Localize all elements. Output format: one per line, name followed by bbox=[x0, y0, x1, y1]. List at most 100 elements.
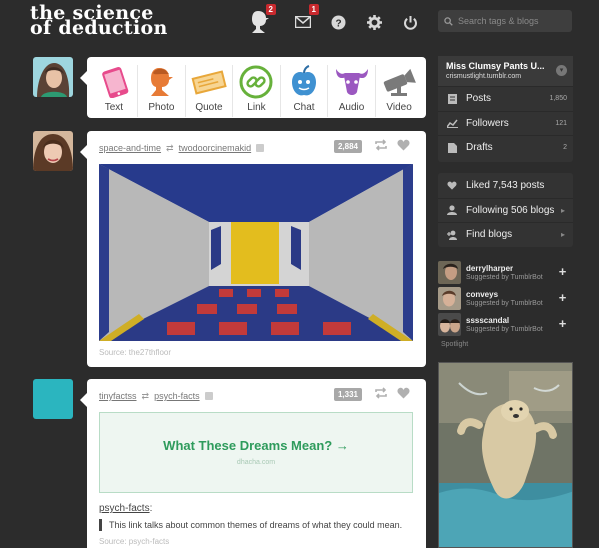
reblog-button[interactable] bbox=[374, 387, 388, 401]
link-domain: dhacha.com bbox=[236, 459, 276, 466]
dashboard-button[interactable]: 2 bbox=[246, 4, 276, 36]
settings-button[interactable] bbox=[360, 8, 388, 36]
notes-count[interactable]: 2,884 bbox=[333, 140, 362, 153]
post-avatar[interactable] bbox=[33, 379, 73, 419]
quote-post-label: Quote bbox=[195, 102, 223, 113]
inbox-button[interactable]: 1 bbox=[289, 4, 319, 36]
follow-plus-icon[interactable]: + bbox=[556, 265, 569, 279]
drafts-icon bbox=[446, 142, 458, 153]
new-audio-post-button[interactable]: Audio bbox=[329, 65, 374, 113]
follow-plus-icon[interactable]: + bbox=[556, 317, 569, 331]
sidebar-item-count: 2 bbox=[563, 144, 567, 152]
suggested-avatar[interactable] bbox=[438, 312, 461, 336]
quote-post-icon bbox=[191, 70, 227, 95]
post-blog-link[interactable]: space-and-time bbox=[99, 143, 161, 153]
new-video-post-button[interactable]: Video bbox=[377, 65, 422, 113]
sidebar-item-count: 1,850 bbox=[549, 95, 567, 103]
caption-quote-text: This link talks about common themes of d… bbox=[109, 520, 403, 530]
caption-author-link[interactable]: psych-facts bbox=[99, 503, 150, 514]
sidebar-item-following[interactable]: Following 506 blogs ▸ bbox=[438, 197, 573, 223]
suggested-avatar[interactable] bbox=[438, 260, 461, 284]
suggested-name[interactable]: conveys bbox=[466, 290, 543, 299]
suggested-sub: Suggested by TumblrBot bbox=[466, 299, 543, 307]
post-blog-link[interactable]: tinyfactss bbox=[99, 391, 137, 401]
search-input[interactable] bbox=[458, 16, 570, 26]
suggested-text: derrylharper Suggested by TumblrBot bbox=[466, 264, 543, 281]
caption-quote: This link talks about common themes of d… bbox=[99, 519, 413, 531]
post-card: space-and-time ⇄ twodoorcinemakid 2,884 bbox=[80, 131, 426, 367]
reblog-icon: ⇄ bbox=[166, 142, 174, 153]
caption-author-suffix: : bbox=[149, 503, 153, 514]
sidebar-item-drafts[interactable]: Drafts 2 bbox=[438, 135, 573, 160]
svg-text:?: ? bbox=[335, 18, 341, 29]
person-icon bbox=[446, 205, 458, 216]
link-preview-box[interactable]: What These Dreams Mean? → dhacha.com bbox=[99, 412, 413, 493]
suggested-sub: Suggested by TumblrBot bbox=[466, 325, 543, 333]
suggested-text: sssscandal Suggested by TumblrBot bbox=[466, 316, 543, 333]
audio-post-label: Audio bbox=[338, 102, 365, 113]
post-photo[interactable] bbox=[99, 164, 413, 341]
text-post-icon bbox=[102, 67, 129, 98]
sidebar-item-label: Following 506 blogs bbox=[466, 204, 555, 216]
sidebar-item-label: Find blogs bbox=[466, 229, 513, 241]
chevron-down-icon[interactable]: ▾ bbox=[556, 65, 567, 76]
radar-post-image[interactable] bbox=[438, 362, 573, 548]
reblog-icon: ⇄ bbox=[141, 390, 150, 401]
blog-title: Miss Clumsy Pants U... bbox=[446, 61, 545, 71]
sidebar-item-find-blogs[interactable]: Find blogs ▸ bbox=[438, 222, 573, 247]
heart-icon bbox=[397, 387, 410, 399]
sidebar-item-label: Drafts bbox=[466, 142, 493, 154]
audio-post-icon bbox=[335, 69, 368, 95]
help-button[interactable]: ? bbox=[324, 8, 352, 36]
blog-title-block[interactable]: Miss Clumsy Pants U... crismustlight.tum… bbox=[438, 56, 573, 86]
like-button[interactable] bbox=[397, 139, 410, 153]
follow-icon[interactable] bbox=[256, 144, 265, 152]
sidebar-item-liked[interactable]: Liked 7,543 posts bbox=[438, 173, 573, 198]
reblog-icon bbox=[375, 139, 387, 151]
sidebar-item-posts[interactable]: Posts 1,850 bbox=[438, 86, 573, 111]
link-title[interactable]: What These Dreams Mean? → bbox=[100, 438, 412, 453]
suggested-name[interactable]: derrylharper bbox=[466, 264, 543, 273]
new-text-post-button[interactable]: Text bbox=[91, 65, 136, 113]
follow-plus-icon[interactable]: + bbox=[556, 291, 569, 305]
photo-post-label: Photo bbox=[148, 102, 175, 113]
post-source[interactable]: Source: the27thfloor bbox=[99, 348, 171, 357]
new-quote-post-button[interactable]: Quote bbox=[186, 65, 231, 113]
new-link-post-button[interactable]: Link bbox=[234, 65, 279, 113]
text-post-label: Text bbox=[104, 102, 124, 113]
video-post-label: Video bbox=[386, 102, 412, 113]
like-button[interactable] bbox=[397, 387, 410, 401]
suggested-avatar[interactable] bbox=[438, 286, 461, 310]
suggested-blog[interactable]: sssscandal Suggested by TumblrBot + bbox=[438, 311, 573, 337]
suggested-text: conveys Suggested by TumblrBot bbox=[466, 290, 543, 307]
sidebar-item-label: Liked 7,543 posts bbox=[466, 179, 545, 191]
new-chat-post-button[interactable]: Chat bbox=[282, 65, 327, 113]
notes-count[interactable]: 1,331 bbox=[333, 388, 362, 401]
post-source[interactable]: Source: psych-facts bbox=[99, 537, 169, 546]
post-via-link[interactable]: psych-facts bbox=[154, 391, 200, 401]
user-avatar[interactable] bbox=[33, 57, 73, 97]
plus-person-icon bbox=[446, 230, 458, 240]
suggested-blog[interactable]: conveys Suggested by TumblrBot + bbox=[438, 285, 573, 311]
reblog-icon bbox=[375, 387, 387, 399]
suggested-name[interactable]: sssscandal bbox=[466, 316, 543, 325]
search-box[interactable] bbox=[438, 10, 572, 32]
spotlight-label[interactable]: Spotlight bbox=[441, 341, 468, 348]
sidebar-item-label: Posts bbox=[466, 93, 492, 105]
photo-post-icon bbox=[151, 68, 174, 96]
dashboard-badge: 2 bbox=[265, 4, 276, 15]
followers-icon bbox=[446, 119, 458, 128]
post-avatar-image bbox=[33, 131, 73, 171]
sidebar-item-label: Followers bbox=[466, 117, 509, 129]
reblog-button[interactable] bbox=[374, 139, 388, 153]
inbox-badge: 1 bbox=[308, 4, 319, 15]
blog-logo[interactable]: the science of deduction bbox=[30, 4, 168, 38]
sidebar-item-followers[interactable]: Followers 121 bbox=[438, 110, 573, 136]
post-avatar[interactable] bbox=[33, 131, 73, 171]
follow-icon[interactable] bbox=[204, 392, 213, 400]
logout-button[interactable] bbox=[396, 8, 424, 36]
suggested-blog[interactable]: derrylharper Suggested by TumblrBot + bbox=[438, 259, 573, 285]
new-photo-post-button[interactable]: Photo bbox=[139, 65, 184, 113]
post-via-link[interactable]: twodoorcinemakid bbox=[179, 143, 252, 153]
chevron-right-icon: ▸ bbox=[560, 205, 565, 215]
